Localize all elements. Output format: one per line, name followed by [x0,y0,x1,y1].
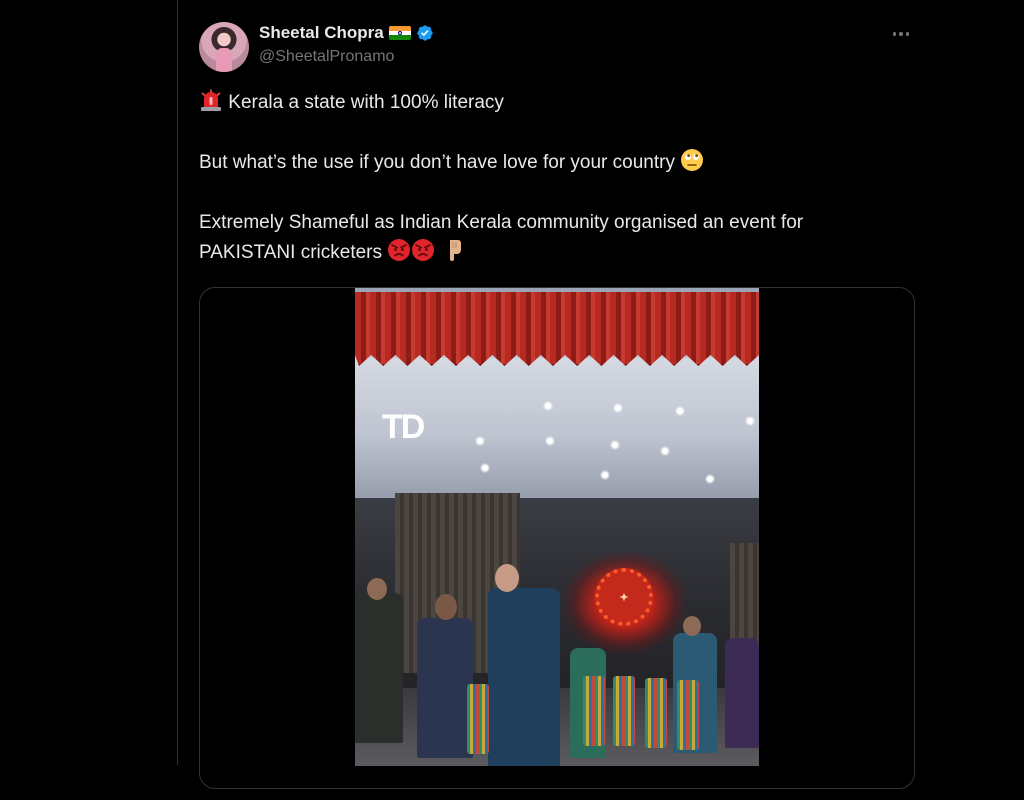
tweet-line-1: Kerala a state with 100% literacy [199,88,919,118]
avatar[interactable] [199,22,249,72]
tweet-line-2: But what’s the use if you don’t have lov… [199,148,919,178]
tweet-text: Kerala a state with 100% literacy But wh… [199,88,919,268]
author-handle[interactable]: @SheetalPronamo [259,48,434,66]
tweet-line-3a-text: Extremely Shameful as Indian Kerala comm… [199,212,804,233]
video-player[interactable]: ✦ TD [355,288,759,766]
angry-face-emoji [412,239,435,261]
backhand-index-pointing-down-emoji [449,240,461,261]
tweet-line-2-text: But what’s the use if you don’t have lov… [199,152,675,173]
face-with-rolling-eyes-emoji [681,149,704,171]
tweet-line-4: PAKISTANI cricketers [199,238,919,268]
tweet-header: Sheetal Chopra @SheetalPronamo [259,22,434,72]
more-options-icon[interactable] [888,26,914,42]
tweet[interactable]: Sheetal Chopra @SheetalPronamo Kerala a … [178,0,938,789]
rotating-light-emoji [201,89,221,111]
india-flag-icon [388,26,411,40]
tweet-line-3: Extremely Shameful as Indian Kerala comm… [199,208,919,238]
author-display-name[interactable]: Sheetal Chopra [259,23,384,43]
video-watermark-text: TD [382,408,425,446]
tweet-line-1-text: Kerala a state with 100% literacy [228,92,504,113]
angry-face-emoji [388,239,411,261]
event-logo: ✦ [595,568,653,626]
tweet-line-3b-text: PAKISTANI cricketers [199,242,382,263]
media-card[interactable]: ✦ TD [199,287,915,789]
video-scene-curtain [355,292,759,366]
name-row: Sheetal Chopra [259,22,434,44]
video-watermark: TD [382,408,425,447]
verified-badge-icon[interactable] [416,24,434,42]
page: Sheetal Chopra @SheetalPronamo Kerala a … [0,0,1024,800]
avatar-figure [216,48,232,72]
